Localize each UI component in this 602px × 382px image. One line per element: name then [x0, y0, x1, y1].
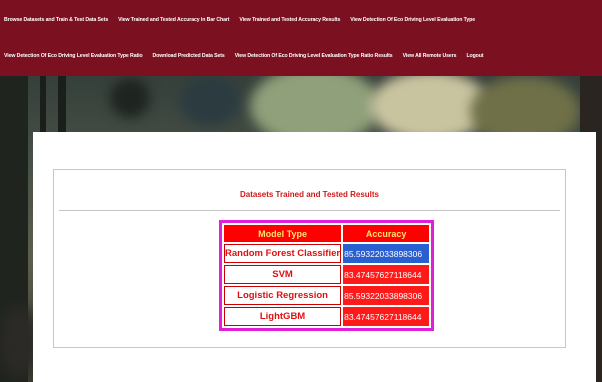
divider: [59, 210, 560, 211]
nav-download-predicted[interactable]: Download Predicted Data Sets: [153, 53, 225, 59]
nav-remote-users[interactable]: View All Remote Users: [403, 53, 457, 59]
accuracy-value: 85.59322033898306: [343, 286, 430, 305]
accuracy-value: 85.59322033898306: [343, 244, 430, 263]
nav-browse-datasets[interactable]: Browse Datasets and Train & Test Data Se…: [4, 17, 108, 23]
nav-accuracy-results[interactable]: View Trained and Tested Accuracy Results: [239, 17, 340, 23]
model-name: Random Forest Classifier: [224, 244, 342, 263]
table-header-row: Model Type Accuracy: [224, 225, 430, 242]
accuracy-value: 83.47457627118644: [343, 265, 430, 284]
nav-logout[interactable]: Logout: [466, 53, 483, 59]
model-name: SVM: [224, 265, 342, 284]
table-row: Random Forest Classifier 85.593220338983…: [224, 244, 430, 263]
header-model-type: Model Type: [224, 225, 342, 242]
nav-row-1: Browse Datasets and Train & Test Data Se…: [0, 8, 602, 32]
results-table: Model Type Accuracy Random Forest Classi…: [219, 220, 435, 331]
section-title: Datasets Trained and Tested Results: [239, 190, 379, 199]
nav-detection-type[interactable]: View Detection Of Eco Driving Level Eval…: [350, 17, 475, 23]
table-row: SVM 83.47457627118644: [224, 265, 430, 284]
results-container: Datasets Trained and Tested Results Mode…: [53, 169, 566, 348]
model-name: LightGBM: [224, 307, 342, 326]
model-name-text: Random Forest Classifier: [225, 248, 341, 259]
accuracy-value: 83.47457627118644: [343, 307, 430, 326]
nav-detection-type-ratio[interactable]: View Detection Of Eco Driving Level Eval…: [4, 53, 143, 59]
model-name: Logistic Regression: [224, 286, 342, 305]
content-panel: Datasets Trained and Tested Results Mode…: [33, 132, 596, 382]
top-navbar: Browse Datasets and Train & Test Data Se…: [0, 0, 602, 76]
nav-row-2: View Detection Of Eco Driving Level Eval…: [0, 44, 602, 68]
table-row: LightGBM 83.47457627118644: [224, 307, 430, 326]
nav-accuracy-bar-chart[interactable]: View Trained and Tested Accuracy in Bar …: [118, 17, 229, 23]
header-accuracy: Accuracy: [343, 225, 430, 242]
table-row: Logistic Regression 85.59322033898306: [224, 286, 430, 305]
nav-detection-ratio-results[interactable]: View Detection Of Eco Driving Level Eval…: [235, 53, 393, 59]
